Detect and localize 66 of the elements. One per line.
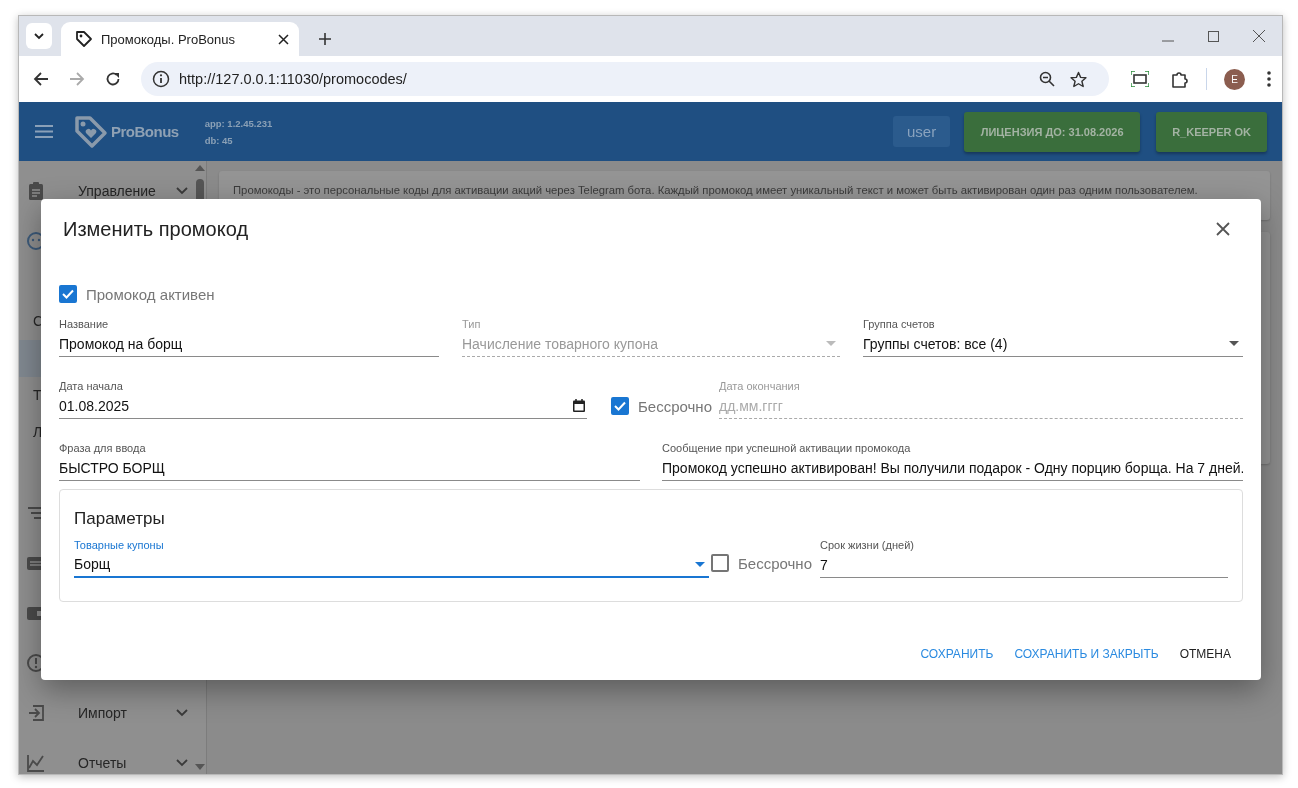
input-field[interactable]: Промокод успешно активирован! Вы получили подарок - Одну порцию борща. На 7 дней. — [662, 455, 1243, 481]
close-icon[interactable] — [278, 33, 289, 45]
menu-group-label[interactable]: Импорт — [78, 705, 176, 721]
caret-icon — [695, 561, 705, 567]
new-tab-icon[interactable] — [319, 33, 331, 45]
input-field[interactable]: 7 — [820, 552, 1228, 578]
field-label: Дата окончания — [719, 379, 801, 393]
db-version: db: 45 — [204, 134, 234, 146]
logo-icon — [73, 113, 109, 150]
field-label: Срок жизни (дней) — [820, 538, 915, 552]
dialog-button[interactable]: СОХРАНИТЬ — [912, 640, 1002, 668]
address-bar[interactable]: http://127.0.0.1:11030/promocodes/ — [141, 62, 1109, 96]
star-icon[interactable] — [1070, 70, 1087, 88]
dropdown[interactable]: Группы счетов: все (4) — [863, 331, 1243, 357]
reload-icon[interactable] — [105, 71, 121, 87]
info-text: Промокоды - это персональные коды для активации акций через Telegram бота. Каждый промокод имеет уникальный текст и может быть активирован один раз одним пользователем. — [233, 184, 1198, 196]
field-label: Группа счетов — [863, 317, 936, 331]
checkbox-label: Бессрочно — [638, 397, 712, 415]
app-version: app: 1.2.45.231 — [204, 117, 273, 129]
close-icon[interactable] — [1216, 222, 1230, 236]
input-field[interactable]: БЫСТРО БОРЩ — [59, 455, 640, 481]
zoom-out-icon[interactable] — [1039, 71, 1055, 87]
field-label: Тип — [462, 317, 482, 331]
info-icon[interactable] — [152, 70, 170, 88]
dialog-button[interactable]: СОХРАНИТЬ И ЗАКРЫТЬ — [1006, 640, 1167, 668]
logo-text: ProBonus — [111, 123, 179, 140]
chevron-down-icon — [33, 30, 45, 42]
chevron-down-icon[interactable] — [176, 187, 188, 195]
field-label: Название — [59, 317, 110, 331]
calendar-icon[interactable] — [573, 399, 585, 412]
date-field[interactable]: 01.08.2025 — [59, 393, 587, 419]
tab-title: Промокоды. ProBonus — [101, 31, 236, 47]
url-text: http://127.0.0.1:11030/promocodes/ — [179, 71, 407, 87]
dialog-button[interactable]: ОТМЕНА — [1171, 640, 1239, 668]
tag-icon — [75, 30, 93, 48]
checkbox-label: Промокод активен — [86, 285, 215, 303]
puzzle-icon[interactable] — [1171, 70, 1189, 88]
dialog-title: Изменить промокод — [63, 217, 249, 241]
panel-title: Параметры — [74, 508, 166, 530]
menu-icon[interactable] — [1267, 71, 1271, 87]
maximize-icon[interactable] — [1208, 31, 1219, 42]
caret-icon — [826, 341, 836, 346]
checkbox[interactable] — [611, 397, 629, 415]
field-label: Дата начала — [59, 379, 124, 393]
import-icon — [26, 703, 46, 723]
checkbox[interactable] — [711, 554, 729, 572]
field-label: Сообщение при успешной активации промокода — [662, 441, 912, 455]
screen-capture-icon[interactable] — [1131, 71, 1149, 87]
profile-avatar[interactable]: E — [1224, 68, 1245, 90]
menu-group-label[interactable]: Управление — [78, 183, 176, 199]
dropdown[interactable]: Борщ — [74, 552, 709, 578]
clipboard-icon — [26, 181, 46, 201]
chevron-down-icon[interactable] — [176, 759, 188, 767]
chart-icon — [26, 753, 46, 773]
checkbox-label: Бессрочно — [738, 554, 812, 572]
input-field[interactable]: Промокод на борщ — [59, 331, 439, 357]
browser-tab[interactable]: Промокоды. ProBonus — [61, 22, 299, 56]
caret-icon — [1229, 341, 1239, 346]
tab-search-button[interactable] — [26, 23, 52, 49]
checkbox[interactable] — [59, 285, 77, 303]
user-badge: user — [892, 116, 951, 147]
field-label: Фраза для ввода — [59, 441, 147, 455]
menu-group-label[interactable]: Отчеты — [78, 755, 176, 771]
chevron-down-icon[interactable] — [176, 709, 188, 717]
back-icon[interactable] — [33, 71, 49, 87]
field-label: Товарные купоны — [74, 538, 165, 552]
